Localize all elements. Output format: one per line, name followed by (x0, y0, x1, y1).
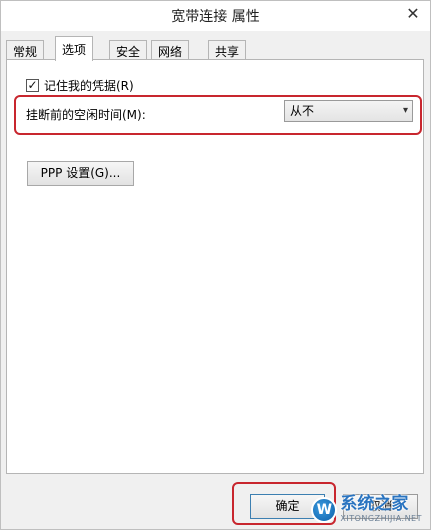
remember-credentials-label: 记住我的凭据(R) (44, 78, 134, 93)
checkmark-icon[interactable]: ✓ (26, 78, 39, 92)
tab-network[interactable]: 网络 (151, 40, 190, 60)
window-title: 宽带连接 属性 (171, 9, 260, 25)
site-watermark: W 系统之家 XITONGZHIJIA.NET (311, 489, 422, 523)
watermark-title: 系统之家 (340, 494, 409, 514)
idle-time-value: 从不 (290, 104, 315, 118)
tab-security[interactable]: 安全 (109, 40, 148, 60)
watermark-logo-icon: W (311, 497, 338, 523)
ppp-settings-button[interactable]: PPP 设置(G)... (27, 161, 134, 186)
chevron-down-icon: ▾ (402, 105, 408, 116)
title-bar: 宽带连接 属性 ✕ (1, 1, 430, 31)
idle-time-label: 挂断前的空闲时间(M): (26, 108, 146, 122)
tab-options[interactable]: 选项 (55, 36, 94, 61)
close-icon[interactable]: ✕ (402, 4, 424, 24)
idle-time-select[interactable]: 从不 ▾ (284, 100, 413, 122)
remember-credentials-option[interactable]: ✓ 记住我的凭据(R) (26, 77, 134, 93)
tab-sharing[interactable]: 共享 (208, 40, 247, 60)
watermark-text: 系统之家 XITONGZHIJIA.NET (340, 489, 422, 523)
properties-dialog: 宽带连接 属性 ✕ 常规 选项 安全 网络 共享 ✓ 记住我的凭据(R) 挂断前… (0, 0, 431, 530)
watermark-url: XITONGZHIJIA.NET (340, 514, 422, 523)
tab-general[interactable]: 常规 (6, 40, 45, 60)
